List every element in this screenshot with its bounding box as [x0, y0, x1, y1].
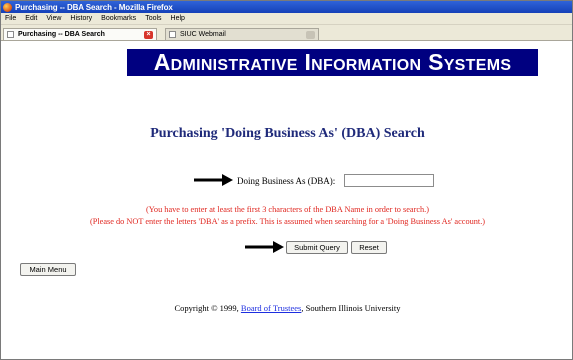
menu-tools[interactable]: Tools: [145, 15, 161, 22]
close-tab-icon[interactable]: [306, 30, 315, 39]
arrow-icon: [194, 174, 233, 186]
tab-label: Purchasing -- DBA Search: [18, 31, 105, 38]
instruction-note: (You have to enter at least the first 3 …: [146, 205, 429, 214]
menu-view[interactable]: View: [46, 15, 61, 22]
arrow-icon: [245, 241, 284, 253]
page-icon: [169, 31, 176, 38]
dba-input[interactable]: [344, 174, 434, 187]
firefox-icon: [3, 2, 12, 12]
title-bar: Purchasing -- DBA Search - Mozilla Firef…: [1, 1, 572, 13]
browser-window: Purchasing -- DBA Search - Mozilla Firef…: [0, 0, 573, 360]
ais-banner: Administrative Information Systems: [127, 49, 538, 76]
prefix-note: (Please do NOT enter the letters 'DBA' a…: [89, 217, 486, 226]
dba-field-label: Doing Business As (DBA):: [237, 176, 336, 186]
page-title: Purchasing 'Doing Business As' (DBA) Sea…: [150, 126, 425, 141]
reset-button[interactable]: Reset: [351, 241, 387, 254]
page-content: Administrative Information Systems Purch…: [1, 41, 572, 359]
menu-file[interactable]: File: [5, 15, 16, 22]
tab-label: SIUC Webmail: [180, 31, 226, 38]
tab-purchasing[interactable]: Purchasing -- DBA Search ×: [3, 28, 157, 40]
page-icon: [7, 31, 14, 38]
copyright: Copyright © 1999, Board of Trustees, Sou…: [1, 303, 572, 313]
menu-bar: File Edit View History Bookmarks Tools H…: [1, 13, 572, 25]
submit-query-button[interactable]: Submit Query: [286, 241, 348, 254]
menu-help[interactable]: Help: [171, 15, 185, 22]
menu-history[interactable]: History: [70, 15, 92, 22]
copyright-suffix: , Southern Illinois University: [301, 303, 401, 313]
menu-bookmarks[interactable]: Bookmarks: [101, 15, 136, 22]
window-title: Purchasing -- DBA Search - Mozilla Firef…: [15, 2, 173, 12]
menu-edit[interactable]: Edit: [25, 15, 37, 22]
tab-bar: Purchasing -- DBA Search × SIUC Webmail: [1, 25, 572, 41]
close-tab-icon[interactable]: ×: [144, 30, 153, 39]
copyright-text: Copyright © 1999,: [174, 303, 241, 313]
main-menu-button[interactable]: Main Menu: [20, 263, 76, 276]
board-of-trustees-link[interactable]: Board of Trustees: [241, 303, 301, 313]
tab-webmail[interactable]: SIUC Webmail: [165, 28, 319, 40]
